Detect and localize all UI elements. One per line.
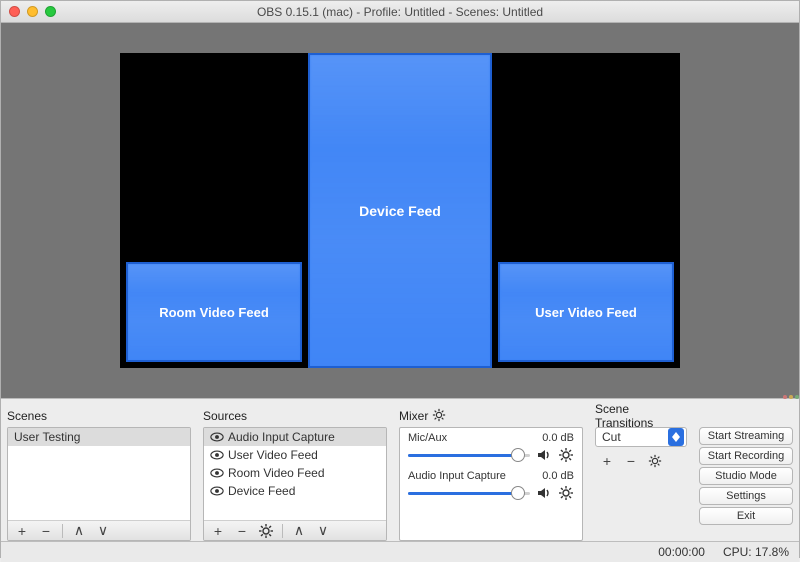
minimize-icon[interactable] [27, 6, 38, 17]
source-item-label: Device Feed [228, 484, 295, 498]
mixer-channel-name: Audio Input Capture [408, 470, 506, 482]
channel-settings-button[interactable] [558, 447, 574, 463]
window-controls [9, 6, 56, 17]
sources-label: Sources [203, 407, 387, 425]
scenes-label: Scenes [7, 407, 191, 425]
status-cpu: CPU: 17.8% [723, 545, 789, 559]
mixer-box: Mic/Aux 0.0 dB Audio Input Capture 0.0 dB [399, 427, 583, 541]
list-item[interactable]: User Video Feed [204, 446, 386, 464]
source-item-label: Audio Input Capture [228, 430, 335, 444]
start-recording-button[interactable]: Start Recording [699, 447, 793, 465]
preview-feed-device[interactable]: Device Feed [308, 53, 492, 368]
add-transition-button[interactable]: + [599, 453, 615, 469]
feed-label: Device Feed [359, 203, 441, 219]
add-scene-button[interactable]: + [14, 523, 30, 539]
mute-button[interactable] [536, 447, 552, 463]
remove-scene-button[interactable]: − [38, 523, 54, 539]
channel-settings-button[interactable] [558, 485, 574, 501]
transition-select[interactable]: Cut [595, 427, 687, 447]
exit-button[interactable]: Exit [699, 507, 793, 525]
move-source-up-button[interactable]: ∧ [291, 523, 307, 539]
preview-feed-user[interactable]: User Video Feed [498, 262, 674, 362]
preview-canvas[interactable]: Device Feed Room Video Feed User Video F… [120, 53, 680, 368]
settings-button[interactable]: Settings [699, 487, 793, 505]
mixer-channel-name: Mic/Aux [408, 432, 447, 444]
transition-settings-button[interactable] [647, 453, 663, 469]
mixer-slider-row [408, 446, 574, 464]
statusbar: 00:00:00 CPU: 17.8% [1, 541, 799, 562]
maximize-icon[interactable] [45, 6, 56, 17]
move-scene-up-button[interactable]: ∧ [71, 523, 87, 539]
select-stepper-icon [668, 428, 684, 446]
move-source-down-button[interactable]: ∨ [315, 523, 331, 539]
panels: Scenes User Testing + − ∧ ∨ Sources Audi… [1, 403, 799, 541]
source-item-label: User Video Feed [228, 448, 318, 462]
transitions-label: Scene Transitions [595, 407, 687, 425]
scenes-panel: Scenes User Testing + − ∧ ∨ [1, 403, 197, 541]
mixer-label: Mixer [399, 407, 583, 425]
source-item-label: Room Video Feed [228, 466, 325, 480]
sources-panel: Sources Audio Input Capture User Video Fe… [197, 403, 393, 541]
feed-label: User Video Feed [535, 305, 637, 320]
preview-area: Device Feed Room Video Feed User Video F… [1, 23, 799, 399]
titlebar: OBS 0.15.1 (mac) - Profile: Untitled - S… [1, 1, 799, 23]
close-icon[interactable] [9, 6, 20, 17]
transitions-panel: Scene Transitions Cut + − [589, 403, 693, 541]
controls-panel: Start Streaming Start Recording Studio M… [693, 403, 799, 541]
feed-label: Room Video Feed [159, 305, 269, 320]
remove-source-button[interactable]: − [234, 523, 250, 539]
scenes-listbox: User Testing + − ∧ ∨ [7, 427, 191, 541]
sources-toolbar: + − ∧ ∨ [204, 520, 386, 540]
resize-grip-icon[interactable] [783, 395, 799, 399]
list-item[interactable]: User Testing [8, 428, 190, 446]
studio-mode-button[interactable]: Studio Mode [699, 467, 793, 485]
visibility-toggle-icon[interactable] [210, 430, 224, 444]
mixer-channel-db: 0.0 dB [542, 432, 574, 444]
sources-list[interactable]: Audio Input Capture User Video Feed Room V… [204, 428, 386, 520]
volume-slider[interactable] [408, 484, 530, 502]
list-item[interactable]: Audio Input Capture [204, 428, 386, 446]
mixer-slider-row [408, 484, 574, 502]
mute-button[interactable] [536, 485, 552, 501]
list-item[interactable]: Room Video Feed [204, 464, 386, 482]
preview-feed-room[interactable]: Room Video Feed [126, 262, 302, 362]
list-item[interactable]: Device Feed [204, 482, 386, 500]
move-scene-down-button[interactable]: ∨ [95, 523, 111, 539]
remove-transition-button[interactable]: − [623, 453, 639, 469]
start-streaming-button[interactable]: Start Streaming [699, 427, 793, 445]
status-time: 00:00:00 [658, 545, 705, 559]
visibility-toggle-icon[interactable] [210, 448, 224, 462]
volume-slider[interactable] [408, 446, 530, 464]
visibility-toggle-icon[interactable] [210, 484, 224, 498]
mixer-panel: Mixer Mic/Aux 0.0 dB Audio Input Capture 0.… [393, 403, 589, 541]
mixer-channel-db: 0.0 dB [542, 470, 574, 482]
scenes-toolbar: + − ∧ ∨ [8, 520, 190, 540]
source-settings-button[interactable] [258, 523, 274, 539]
add-source-button[interactable]: + [210, 523, 226, 539]
mixer-settings-button[interactable] [432, 408, 446, 425]
window-title: OBS 0.15.1 (mac) - Profile: Untitled - S… [1, 5, 799, 19]
sources-listbox: Audio Input Capture User Video Feed Room V… [203, 427, 387, 541]
scenes-list[interactable]: User Testing [8, 428, 190, 520]
visibility-toggle-icon[interactable] [210, 466, 224, 480]
